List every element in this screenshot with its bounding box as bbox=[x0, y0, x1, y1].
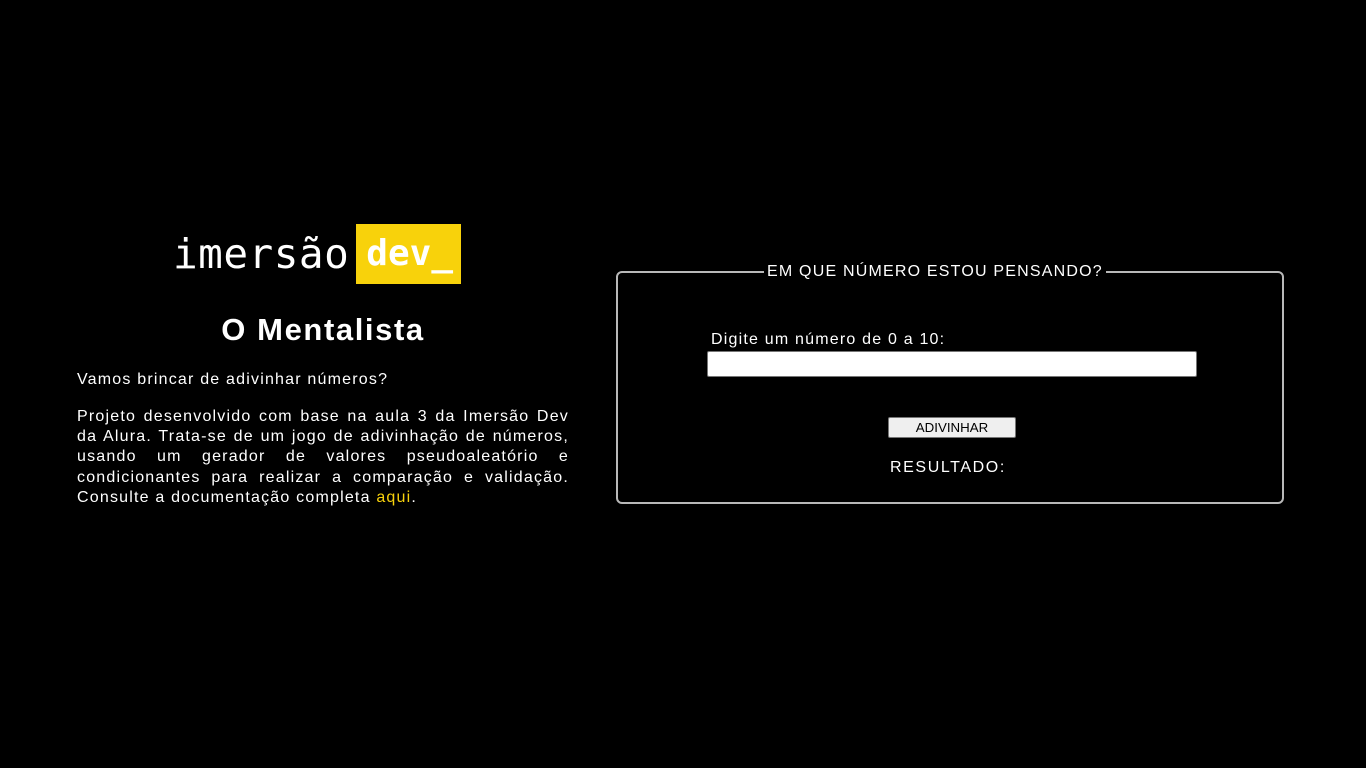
logo-word: imersão bbox=[173, 230, 350, 278]
game-legend: EM QUE NÚMERO ESTOU PENSANDO? bbox=[764, 263, 1106, 281]
page: imersão dev_ O Mentalista Vamos brincar … bbox=[0, 0, 1366, 768]
description-end: . bbox=[411, 488, 418, 506]
page-title: O Mentalista bbox=[221, 312, 425, 347]
documentation-link[interactable]: aqui bbox=[376, 489, 411, 506]
logo-badge-text: dev_ bbox=[366, 233, 453, 274]
guess-button[interactable]: ADIVINHAR bbox=[888, 417, 1016, 438]
result-label: RESULTADO: bbox=[890, 459, 1006, 476]
guess-game-panel: EM QUE NÚMERO ESTOU PENSANDO? Digite um … bbox=[616, 263, 1284, 504]
number-input-label: Digite um número de 0 a 10: bbox=[711, 331, 946, 348]
number-input[interactable] bbox=[707, 351, 1197, 377]
project-description: Projeto desenvolvido com base na aula 3 … bbox=[77, 407, 569, 508]
imersao-dev-logo: imersão dev_ bbox=[173, 224, 461, 284]
logo-badge: dev_ bbox=[356, 224, 461, 284]
description-text: Projeto desenvolvido com base na aula 3 … bbox=[77, 408, 569, 506]
intro-text: Vamos brincar de adivinhar números? bbox=[77, 371, 389, 388]
